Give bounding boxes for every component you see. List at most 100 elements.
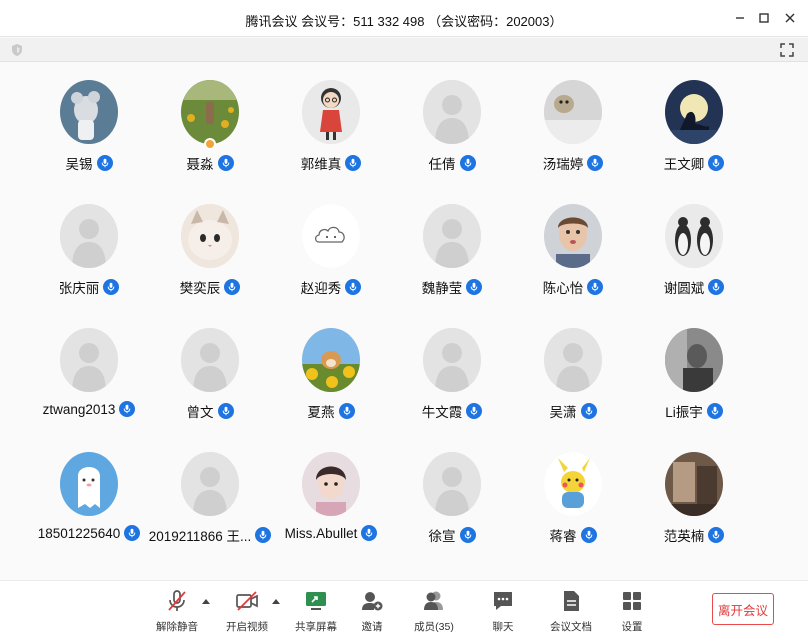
close-icon[interactable] <box>780 8 800 28</box>
participant-name-row: 吴潇 <box>506 401 640 421</box>
participant-avatar <box>665 328 723 392</box>
participant-name-row: 18501225640 <box>22 525 156 541</box>
mic-icon <box>466 403 483 419</box>
invite-button[interactable]: 邀请 <box>344 589 400 635</box>
mic-icon <box>708 155 725 171</box>
mic-icon <box>338 403 355 419</box>
share-screen-button[interactable]: 共享屏幕 <box>288 589 344 635</box>
start-video-button[interactable]: 开启视频 <box>219 589 275 635</box>
participant-name: 18501225640 <box>37 525 121 541</box>
participant-tile[interactable]: 18501225640 <box>22 434 156 544</box>
maximize-icon[interactable] <box>754 8 774 28</box>
participant-name-row: 赵迎秀 <box>264 277 398 297</box>
members-label: 成员(35) <box>414 621 454 633</box>
shield-icon[interactable] <box>11 43 23 57</box>
participant-name-row: 郭维真 <box>264 153 398 173</box>
video-options-caret[interactable] <box>272 599 280 604</box>
participant-name-row: 吴锡 <box>22 153 156 173</box>
default-avatar-icon <box>181 452 239 516</box>
participant-name-row: 张庆丽 <box>22 277 156 297</box>
participant-tile[interactable]: 范英楠 <box>627 434 761 544</box>
chat-label: 聊天 <box>492 621 514 633</box>
participant-name: 夏燕 <box>307 405 335 420</box>
participant-name-row: 汤瑞婷 <box>506 153 640 173</box>
start-video-label: 开启视频 <box>226 621 268 633</box>
chat-button[interactable]: 聊天 <box>475 589 531 635</box>
mic-icon <box>466 279 483 295</box>
mic-icon <box>708 527 725 543</box>
participant-tile[interactable]: Miss.Abullet <box>264 434 398 544</box>
participant-name-row: 聂淼 <box>143 153 277 173</box>
minimize-icon[interactable] <box>730 8 750 28</box>
participant-tile[interactable]: 牛文霞 <box>385 310 519 420</box>
participant-name: 赵迎秀 <box>300 281 342 296</box>
participant-tile[interactable]: 陈心怡 <box>506 186 640 296</box>
participant-tile[interactable]: 赵迎秀 <box>264 186 398 296</box>
participant-name: 魏静莹 <box>421 281 463 296</box>
default-avatar-icon <box>60 328 118 392</box>
mic-icon <box>459 527 476 543</box>
participant-name-row: 樊奕辰 <box>143 277 277 297</box>
participant-name: Miss.Abullet <box>284 525 358 541</box>
mic-icon <box>580 403 597 419</box>
participant-tile[interactable]: 樊奕辰 <box>143 186 277 296</box>
chat-icon <box>494 592 512 610</box>
participant-avatar <box>302 328 360 392</box>
participant-tile[interactable]: ztwang2013 <box>22 310 156 420</box>
participant-tile[interactable]: 汤瑞婷 <box>506 62 640 172</box>
mic-icon <box>580 527 597 543</box>
participant-tile[interactable]: 曾文 <box>143 310 277 420</box>
participant-tile[interactable]: 蒋睿 <box>506 434 640 544</box>
settings-button[interactable]: 设置 <box>604 589 660 635</box>
participant-tile[interactable]: 徐宣 <box>385 434 519 544</box>
documents-label: 会议文档 <box>550 621 592 633</box>
participant-tile[interactable]: 郭维真 <box>264 62 398 172</box>
participant-tile[interactable]: Li振宇 <box>627 310 761 420</box>
participant-name: 范英楠 <box>663 529 705 544</box>
participant-name: 任倩 <box>428 157 456 172</box>
participant-tile[interactable]: 谢圆斌 <box>627 186 761 296</box>
participant-name: ztwang2013 <box>42 401 116 417</box>
participant-tile[interactable]: 2019211866 王... <box>143 434 277 544</box>
participant-tile[interactable]: 聂淼 <box>143 62 277 172</box>
participant-name: 樊奕辰 <box>179 281 221 296</box>
share-screen-icon <box>306 592 326 610</box>
unmute-button[interactable]: 解除静音 <box>149 589 205 635</box>
participant-avatar <box>302 204 360 268</box>
participant-tile[interactable]: 任倩 <box>385 62 519 172</box>
participant-name-row: ztwang2013 <box>22 401 156 417</box>
documents-button[interactable]: 会议文档 <box>543 589 599 635</box>
window-title: 腾讯会议 会议号：511 332 498 （会议密码：202003） <box>245 14 563 29</box>
members-button[interactable]: 成员(35) <box>406 589 462 635</box>
mic-icon <box>587 279 604 295</box>
default-avatar-icon <box>544 328 602 392</box>
participant-tile[interactable]: 夏燕 <box>264 310 398 420</box>
participant-name-row: 谢圆斌 <box>627 277 761 297</box>
title-bar: 腾讯会议 会议号：511 332 498 （会议密码：202003） <box>0 0 808 37</box>
mic-icon <box>706 403 723 419</box>
participant-name: 陈心怡 <box>542 281 584 296</box>
participant-name: 2019211866 王... <box>148 529 252 544</box>
host-badge-icon <box>204 138 216 150</box>
participant-avatar <box>181 204 239 268</box>
settings-label: 设置 <box>621 621 643 633</box>
participant-tile[interactable]: 吴潇 <box>506 310 640 420</box>
audio-options-caret[interactable] <box>202 599 210 604</box>
participant-tile[interactable]: 王文卿 <box>627 62 761 172</box>
participant-tile[interactable]: 吴锡 <box>22 62 156 172</box>
participant-name-row: 范英楠 <box>627 525 761 545</box>
leave-meeting-button[interactable]: 离开会议 <box>712 593 774 625</box>
video-off-icon <box>236 591 258 611</box>
fullscreen-icon[interactable] <box>780 43 794 57</box>
mic-icon <box>459 155 476 171</box>
participant-name: 徐宣 <box>428 529 456 544</box>
participant-tile[interactable]: 张庆丽 <box>22 186 156 296</box>
mic-icon <box>361 525 378 541</box>
unmute-label: 解除静音 <box>156 621 198 633</box>
participant-tile[interactable]: 魏静莹 <box>385 186 519 296</box>
mic-icon <box>345 279 362 295</box>
participant-name: 王文卿 <box>663 157 705 172</box>
mic-icon <box>217 155 234 171</box>
default-avatar-icon <box>423 80 481 144</box>
participant-name: 谢圆斌 <box>663 281 705 296</box>
